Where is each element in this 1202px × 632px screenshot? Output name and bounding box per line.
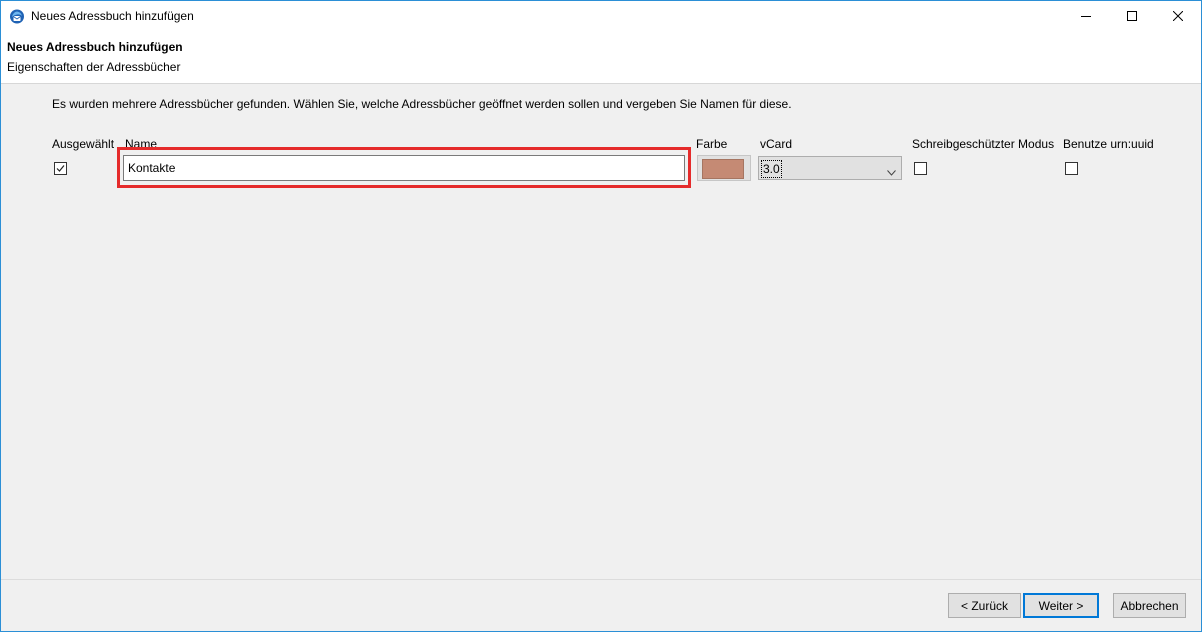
next-button[interactable]: Weiter >	[1023, 593, 1099, 618]
maximize-button[interactable]	[1109, 1, 1155, 31]
column-header-selected: Ausgewählt	[52, 137, 115, 151]
intro-text: Es wurden mehrere Adressbücher gefunden.…	[52, 97, 792, 111]
footer-divider	[1, 579, 1201, 580]
column-header-urn-uuid: Benutze urn:uuid	[1063, 137, 1154, 151]
next-button-label: Weiter >	[1038, 598, 1084, 613]
thunderbird-icon	[9, 8, 25, 24]
minimize-button[interactable]	[1063, 1, 1109, 31]
name-input[interactable]	[123, 155, 685, 181]
color-swatch	[702, 159, 744, 179]
close-button[interactable]	[1155, 1, 1201, 31]
wizard-header: Neues Adressbuch hinzufügen Eigenschafte…	[1, 31, 1201, 84]
title-bar[interactable]: Neues Adressbuch hinzufügen	[1, 1, 1201, 31]
close-icon	[1173, 11, 1183, 21]
chevron-down-icon	[887, 165, 896, 179]
maximize-icon	[1127, 11, 1137, 21]
column-header-color: Farbe	[696, 137, 728, 151]
column-header-vcard: vCard	[760, 137, 793, 151]
checkmark-icon	[56, 165, 65, 172]
window-title: Neues Adressbuch hinzufügen	[31, 9, 194, 23]
back-button[interactable]: < Zurück	[948, 593, 1021, 618]
header-subtitle: Eigenschaften der Adressbücher	[7, 60, 181, 74]
color-picker-button[interactable]	[697, 155, 751, 181]
header-title: Neues Adressbuch hinzufügen	[7, 40, 183, 54]
vcard-version-select[interactable]: 3.0	[758, 156, 902, 180]
back-button-label: < Zurück	[960, 598, 1008, 613]
readonly-checkbox[interactable]	[914, 162, 927, 175]
dialog-window: Neues Adressbuch hinzufügen Neues Adress…	[0, 0, 1202, 632]
selected-checkbox[interactable]	[54, 162, 67, 175]
vcard-selected-value: 3.0	[761, 160, 782, 178]
minimize-icon	[1081, 11, 1091, 21]
column-header-readonly: Schreibgeschützter Modus	[912, 137, 1055, 151]
cancel-button[interactable]: Abbrechen	[1113, 593, 1186, 618]
cancel-button-label: Abbrechen	[1120, 598, 1179, 613]
urn-uuid-checkbox[interactable]	[1065, 162, 1078, 175]
